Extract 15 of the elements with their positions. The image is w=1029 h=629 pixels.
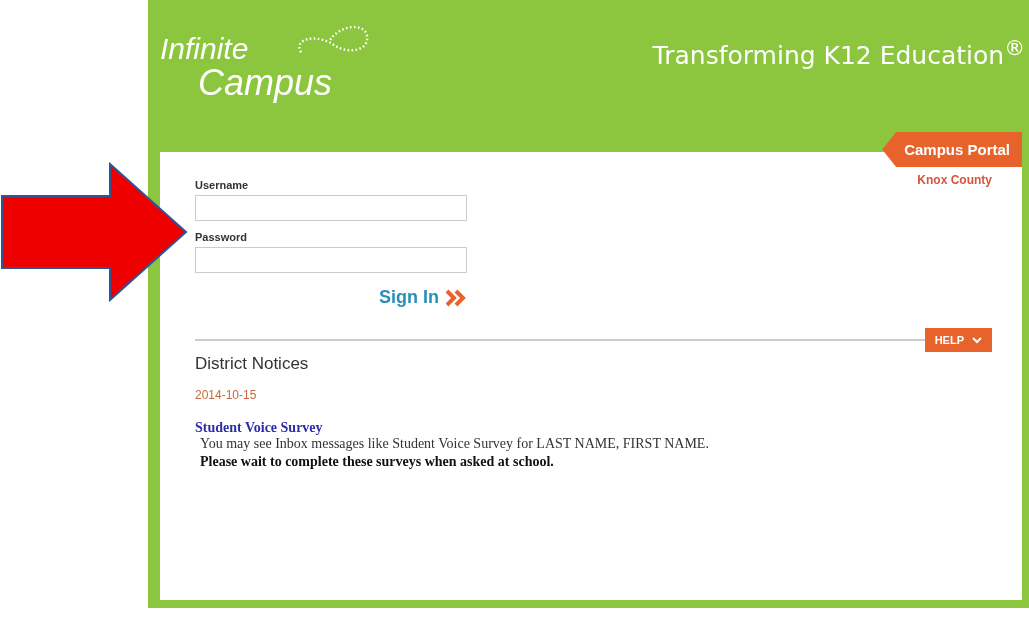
notice-text: You may see Inbox messages like Student Voice Survey for LAST NAME, FIRST NAME.	[199, 436, 710, 452]
chevrons-icon	[445, 288, 467, 307]
input-field[interactable]	[195, 195, 467, 221]
district-name: Knox County	[917, 173, 992, 189]
field-label: Username	[195, 179, 250, 191]
help-button[interactable]: HELP	[924, 328, 992, 352]
sign-in-button[interactable]: Sign In	[379, 287, 467, 308]
notice-note: Please wait to complete these surveys when asked at school.	[199, 454, 555, 470]
notice-title-link[interactable]: Student Voice Survey	[195, 420, 1022, 436]
section-title: District Notices	[195, 354, 310, 374]
field-label: Password	[195, 231, 248, 243]
tagline: Transforming K12 Education$^{®}$	[652, 36, 1025, 71]
input-field[interactable]	[195, 247, 467, 273]
caret-icon	[972, 336, 982, 344]
notice-date: 2014-10-15	[195, 388, 258, 402]
